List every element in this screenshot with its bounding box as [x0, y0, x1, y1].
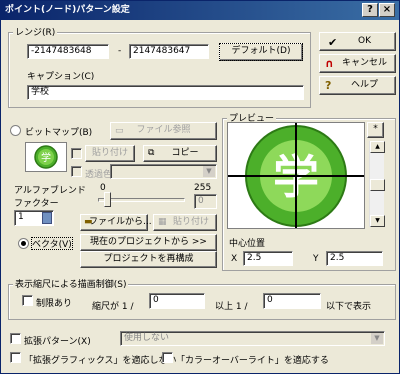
vector-paste-label: 貼り付け: [172, 217, 209, 227]
cancel-icon: ∩: [325, 57, 334, 70]
ratio-suffix: 以下で表示: [326, 302, 372, 312]
alpha-value-field[interactable]: 0: [194, 194, 217, 209]
copy-label: コピー: [171, 148, 199, 158]
help-title-button[interactable]: ?: [362, 3, 378, 17]
default-button[interactable]: デフォルト(D): [219, 43, 303, 61]
spinner-icon: [42, 212, 52, 224]
cancel-button[interactable]: ∩ キャンセル: [319, 54, 396, 73]
scale-to-field[interactable]: 0: [263, 293, 321, 309]
help-button[interactable]: ? ヘルプ: [319, 76, 396, 95]
ok-label: OK: [358, 36, 371, 46]
scale-from-field[interactable]: 0: [149, 293, 205, 309]
color-overwrite-label: 「カラーオーバーライト」を適応する: [176, 356, 329, 366]
factor-value: 1: [18, 212, 24, 222]
dialog-window: ポイント(ノード)パターン設定 ? × レンジ(R) -2147483648 -…: [0, 0, 400, 374]
ratio-mid: 以上 1 /: [215, 302, 248, 312]
paste-checkbox[interactable]: [71, 148, 82, 159]
no-ext-graphics-checkbox[interactable]: [10, 352, 21, 363]
center-x-label: X: [231, 254, 238, 264]
center-label: 中心位置: [229, 239, 266, 249]
ext-pattern-select[interactable]: 使用しない ▼: [120, 331, 385, 346]
alpha-slider-thumb[interactable]: [103, 192, 111, 207]
copy-button[interactable]: ⧉ コピー: [143, 145, 217, 162]
range-max-field[interactable]: 2147483647: [129, 44, 209, 59]
scale-legend: 表示縮尺による描画制御(S): [13, 277, 129, 290]
caption-label: キャプション(C): [27, 72, 95, 82]
vector-paste-button[interactable]: ▦ 貼り付け: [153, 214, 217, 231]
alpha-label: アルファブレンド: [14, 186, 86, 196]
transparent-color-select[interactable]: ▼: [110, 164, 217, 179]
vector-radio-label: ベクタ(V): [31, 237, 73, 250]
ext-pattern-checkbox[interactable]: [10, 333, 21, 344]
check-icon: ✔: [328, 36, 338, 49]
copy-icon: ⧉: [148, 148, 155, 158]
factor-label: ファクター: [14, 199, 59, 209]
ext-pattern-value: 使用しない: [124, 333, 170, 343]
preview-symbol-icon: 学: [228, 123, 364, 228]
factor-field[interactable]: 1: [14, 210, 54, 226]
bitmap-thumbnail: 学: [25, 142, 67, 172]
no-ext-graphics-label: 「拡張グラフィックス」を適応しない: [24, 356, 177, 366]
limit-checkbox[interactable]: [22, 295, 33, 306]
transparent-checkbox[interactable]: [71, 166, 82, 177]
transparent-label: 透過色: [85, 170, 113, 180]
preview-canvas: 学: [227, 122, 365, 229]
clipboard-icon: ▦: [158, 217, 167, 227]
file-ref-label: ファイル参照: [136, 125, 191, 135]
range-min-field[interactable]: -2147483648: [27, 44, 109, 59]
center-x-field[interactable]: 2.5: [243, 251, 293, 266]
preview-reset-button[interactable]: *: [367, 122, 384, 138]
chevron-down-icon: ▼: [371, 333, 383, 344]
folder-icon: ▭: [115, 126, 124, 136]
help-icon: ?: [325, 79, 332, 92]
alpha-slider-track[interactable]: [98, 198, 185, 202]
alpha-max: 255: [194, 183, 212, 193]
close-button[interactable]: ×: [379, 3, 395, 17]
bitmap-paste-button[interactable]: 貼り付け: [85, 145, 135, 162]
bitmap-radio[interactable]: [10, 125, 21, 136]
file-from-button[interactable]: ▬ ファイルから...: [80, 214, 152, 231]
help-label: ヘルプ: [350, 80, 378, 90]
center-y-label: Y: [313, 254, 319, 264]
limit-label: 制限あり: [36, 299, 73, 309]
ratio-prefix: 縮尺が 1 /: [92, 302, 134, 312]
scroll-thumb[interactable]: [370, 179, 385, 191]
open-folder-icon: ▬: [84, 217, 93, 227]
ok-button[interactable]: ✔ OK: [319, 32, 396, 51]
range-dash: -: [118, 46, 122, 56]
window-title: ポイント(ノード)パターン設定: [5, 5, 130, 15]
cancel-label: キャンセル: [341, 58, 387, 68]
scroll-down-icon[interactable]: ▼: [370, 215, 385, 227]
preview-scrollbar[interactable]: ▲ ▼: [369, 141, 385, 227]
color-overwrite-checkbox[interactable]: [162, 352, 173, 363]
caption-field[interactable]: 学校: [27, 85, 304, 100]
center-y-field[interactable]: 2.5: [326, 251, 383, 266]
scroll-up-icon[interactable]: ▲: [370, 141, 385, 153]
chevron-down-icon: ▼: [203, 166, 215, 177]
reconstruct-button[interactable]: プロジェクトを再構成: [80, 251, 217, 268]
from-project-button[interactable]: 現在のプロジェクトから >>: [80, 234, 217, 251]
title-bar: ポイント(ノード)パターン設定: [1, 1, 399, 20]
vector-radio[interactable]: [18, 238, 29, 249]
bitmap-glyph: 学: [41, 151, 51, 164]
range-legend: レンジ(R): [13, 25, 58, 38]
bitmap-preview-icon: 学: [34, 145, 58, 169]
bitmap-radio-label: ビットマップ(B): [25, 128, 93, 138]
ext-pattern-label: 拡張パターン(X): [24, 337, 91, 347]
file-ref-button[interactable]: ▭ ファイル参照: [110, 122, 217, 140]
